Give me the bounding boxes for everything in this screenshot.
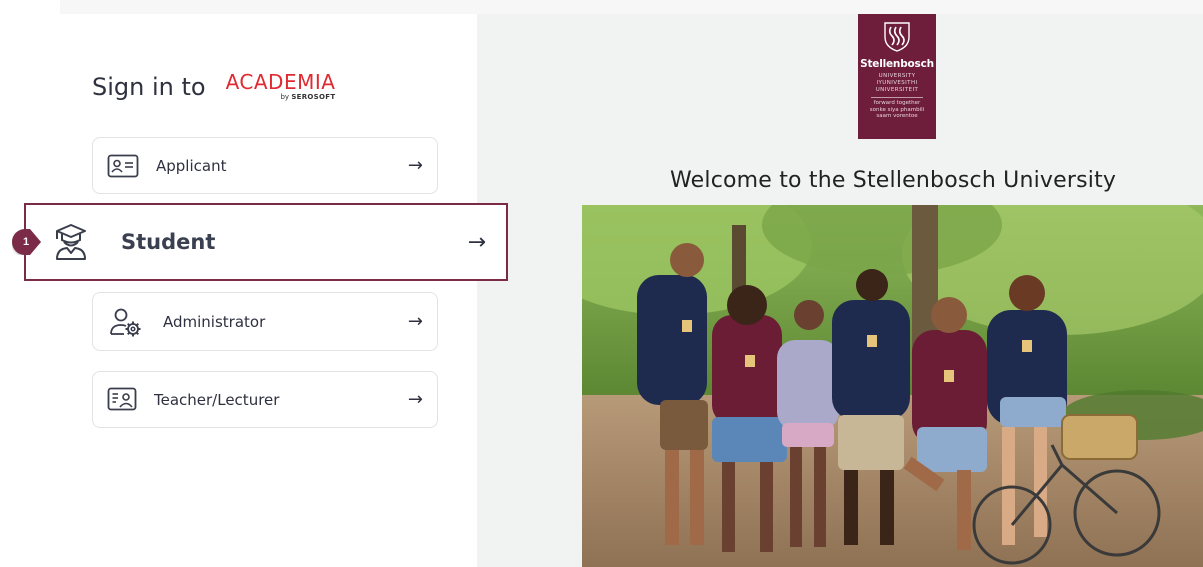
- logo-divider: [871, 97, 923, 98]
- arrow-right-icon: →: [467, 229, 486, 255]
- academia-brand-sub: by SEROSOFT: [280, 94, 335, 101]
- role-student-button[interactable]: Student →: [24, 203, 508, 281]
- role-label: Applicant: [156, 156, 227, 175]
- role-label: Administrator: [163, 312, 266, 331]
- logo-tagline: forward together sonke siya phambili saa…: [870, 100, 924, 120]
- top-strip: [60, 0, 1203, 14]
- logo-line: IYUNIVESITHI: [876, 80, 918, 86]
- brand-by: by: [280, 93, 290, 101]
- arrow-right-icon: →: [407, 389, 423, 410]
- campus-students-photo: [582, 205, 1203, 567]
- teacher-board-icon: [107, 387, 137, 413]
- role-applicant-button[interactable]: Applicant →: [92, 137, 438, 194]
- signin-header: Sign in to ACADEMIA by SEROSOFT: [92, 72, 335, 102]
- tagline-line: saam vorentoe: [876, 113, 918, 119]
- role-label: Student: [121, 230, 216, 254]
- logo-name: Stellenbosch: [860, 58, 934, 70]
- role-administrator-button[interactable]: Administrator →: [92, 292, 438, 351]
- id-card-icon: [107, 153, 139, 179]
- arrow-right-icon: →: [407, 155, 423, 176]
- academia-logo: ACADEMIA by SEROSOFT: [226, 72, 336, 101]
- role-teacher-button[interactable]: Teacher/Lecturer →: [92, 371, 438, 428]
- role-label: Teacher/Lecturer: [154, 390, 280, 409]
- brand-vendor: SEROSOFT: [291, 93, 336, 101]
- stellenbosch-logo: Stellenbosch UNIVERSITY IYUNIVESITHI UNI…: [858, 14, 936, 139]
- tagline-line: forward together: [873, 100, 921, 106]
- welcome-heading: Welcome to the Stellenbosch University: [670, 168, 1117, 193]
- logo-subtitle: UNIVERSITY IYUNIVESITHI UNIVERSITEIT: [876, 73, 919, 94]
- logo-line: UNIVERSITY: [878, 73, 916, 79]
- stellenbosch-crest-icon: [882, 20, 912, 56]
- academia-brand-name: ACADEMIA: [225, 70, 336, 94]
- arrow-right-icon: →: [407, 311, 423, 332]
- signin-label: Sign in to: [92, 73, 206, 101]
- logo-line: UNIVERSITEIT: [875, 87, 919, 93]
- graduate-icon: [51, 222, 91, 262]
- user-gear-icon: [109, 307, 143, 337]
